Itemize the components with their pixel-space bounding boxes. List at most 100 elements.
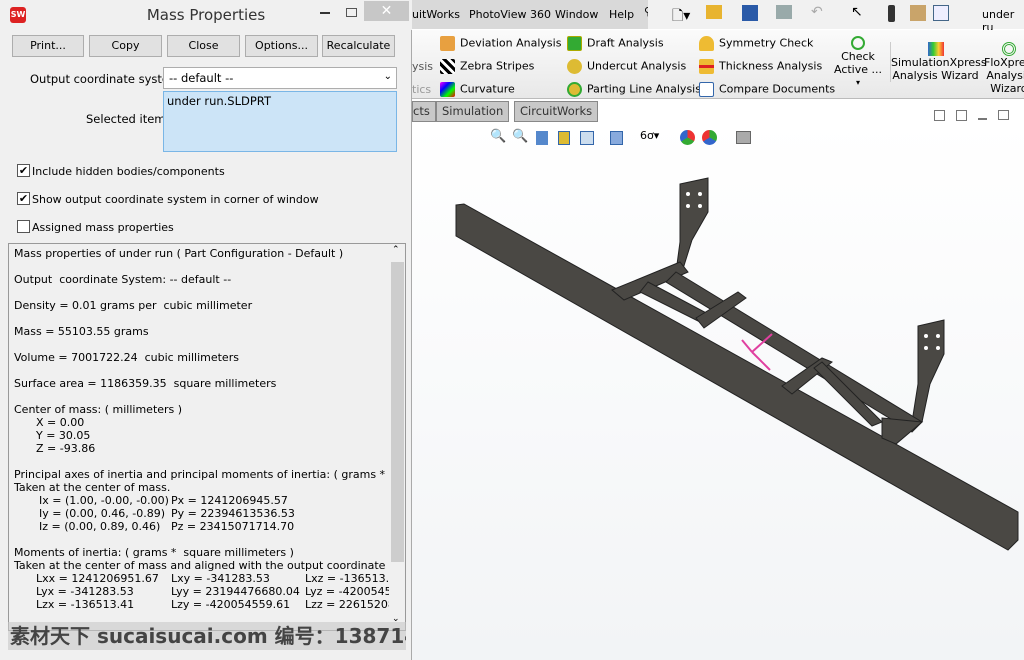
watermark: 素材天下 sucaisucai.com 编号：13871485 xyxy=(8,622,406,650)
report-text-area[interactable]: Mass properties of under run ( Part Conf… xyxy=(8,243,406,631)
ribbon-partial-label[interactable]: tics xyxy=(412,83,431,96)
undo-icon[interactable]: ↶ xyxy=(811,4,823,20)
label: SimulationXpress Analysis Wizard xyxy=(891,56,987,82)
check-active-button[interactable]: Check Active ... ▾ xyxy=(832,36,884,89)
symmetry-check-button[interactable]: Symmetry Check xyxy=(699,36,813,51)
viewport-restore-icon[interactable] xyxy=(998,110,1009,120)
close-button[interactable]: Close xyxy=(167,35,240,57)
report-line: Center of mass: ( millimeters ) xyxy=(14,403,183,416)
graphics-viewport[interactable]: 🔍 🔍 6ơ▾ xyxy=(412,110,1024,660)
parting-line-analysis-icon xyxy=(567,82,582,97)
simulationxpress-button[interactable]: SimulationXpress Analysis Wizard xyxy=(890,42,987,82)
compare-documents-button[interactable]: Compare Documents xyxy=(699,82,835,97)
report-line: Surface area = 1186359.35 square millime… xyxy=(14,377,277,390)
viewport-minimize-icon[interactable] xyxy=(978,118,987,120)
recalculate-button[interactable]: Recalculate xyxy=(322,35,395,57)
report-line: Pz = 23415071714.70 xyxy=(171,520,295,533)
list-item[interactable]: under run.SLDPRT xyxy=(167,94,393,108)
label: Compare Documents xyxy=(719,82,836,96)
selected-items-label: Selected items: xyxy=(86,112,176,126)
output-coordinate-value: -- default -- xyxy=(169,71,234,85)
menu-bar: uitWorks PhotoView 360 Window Help ⚲ xyxy=(412,0,652,29)
thickness-analysis-button[interactable]: Thickness Analysis xyxy=(699,59,822,74)
report-line: Output coordinate System: -- default -- xyxy=(14,273,232,286)
assigned-mass-label: Assigned mass properties xyxy=(32,221,174,234)
curvature-button[interactable]: Curvature xyxy=(440,82,515,97)
menu-window[interactable]: Window xyxy=(555,8,598,21)
open-folder-icon[interactable] xyxy=(706,5,722,19)
deviation-analysis-button[interactable]: Deviation Analysis xyxy=(440,36,561,51)
rebuild-traffic-light-icon[interactable] xyxy=(888,5,895,22)
report-line: Mass properties of under run ( Part Conf… xyxy=(14,247,344,260)
standard-toolbar: 🗋▾ ↶ ↖ under ru xyxy=(648,0,1024,34)
tab-circuitworks[interactable]: CircuitWorks xyxy=(514,101,599,122)
scrollbar-thumb[interactable] xyxy=(391,262,404,562)
label: Draft Analysis xyxy=(587,36,664,50)
report-line: Py = 22394613536.53 xyxy=(171,507,295,520)
label: FloXpress Analysis Wizard xyxy=(984,56,1024,95)
select-cursor-icon[interactable]: ↖ xyxy=(851,4,863,20)
maximize-button[interactable] xyxy=(346,8,357,17)
menu-circuitworks[interactable]: uitWorks xyxy=(412,8,460,21)
title-bar[interactable]: SW Mass Properties ✕ xyxy=(0,0,412,30)
menu-photoview[interactable]: PhotoView 360 xyxy=(469,8,551,21)
symmetry-check-icon xyxy=(699,36,714,51)
undercut-analysis-button[interactable]: Undercut Analysis xyxy=(567,59,686,74)
assigned-mass-checkbox[interactable] xyxy=(17,220,30,233)
draft-analysis-icon xyxy=(567,36,582,51)
thickness-analysis-icon xyxy=(699,59,714,74)
label: Check Active ... xyxy=(833,50,882,76)
label: Symmetry Check xyxy=(719,36,814,50)
report-line: Iy = (0.00, 0.46, -0.89) xyxy=(39,507,165,520)
simulationxpress-icon xyxy=(927,42,944,56)
floxpress-icon xyxy=(1002,42,1016,56)
report-line: Mass = 55103.55 grams xyxy=(14,325,149,338)
check-active-icon xyxy=(851,36,865,50)
show-coordinate-checkbox[interactable]: ✔ xyxy=(17,192,30,205)
menu-help[interactable]: Help xyxy=(609,8,634,21)
print-button[interactable]: Print... xyxy=(12,35,84,57)
report-line: Y = 30.05 xyxy=(36,429,91,442)
label: Zebra Stripes xyxy=(460,59,535,73)
selected-items-list[interactable]: under run.SLDPRT xyxy=(163,91,397,152)
print-icon[interactable] xyxy=(776,5,792,19)
ribbon-partial-label[interactable]: ysis xyxy=(412,60,433,73)
include-hidden-checkbox[interactable]: ✔ xyxy=(17,164,30,177)
report-line: Principal axes of inertia and principal … xyxy=(14,468,405,481)
report-line: Ix = (1.00, -0.00, -0.00) xyxy=(39,494,169,507)
report-line: Moments of inertia: ( grams * square mil… xyxy=(14,546,294,559)
zebra-stripes-button[interactable]: Zebra Stripes xyxy=(440,59,534,74)
save-icon[interactable] xyxy=(742,5,758,21)
report-line: X = 0.00 xyxy=(36,416,85,429)
split-right-icon[interactable] xyxy=(956,110,967,121)
report-line: Lxy = -341283.53 xyxy=(171,572,270,585)
tab-simulation[interactable]: Simulation xyxy=(436,101,510,122)
report-line: Taken at the center of mass and aligned … xyxy=(14,559,406,572)
parting-line-analysis-button[interactable]: Parting Line Analysis xyxy=(567,82,701,97)
model-under-run[interactable] xyxy=(412,122,1024,660)
tab-products[interactable]: cts xyxy=(412,101,436,122)
draft-analysis-button[interactable]: Draft Analysis xyxy=(567,36,664,51)
scroll-up-icon[interactable]: ⌃ xyxy=(392,245,400,255)
left-upright xyxy=(675,177,709,273)
evaluate-ribbon: ysis tics Deviation Analysis Zebra Strip… xyxy=(412,30,1024,99)
floxpress-button[interactable]: FloXpress Analysis Wizard xyxy=(984,42,1024,98)
new-document-icon[interactable]: 🗋▾ xyxy=(672,5,690,29)
label: Deviation Analysis xyxy=(460,36,562,50)
options-icon[interactable] xyxy=(933,5,949,21)
report-line: Px = 1241206945.57 xyxy=(171,494,288,507)
options-button[interactable]: Options... xyxy=(245,35,318,57)
report-line: Volume = 7001722.24 cubic millimeters xyxy=(14,351,239,364)
mass-properties-dialog: SW Mass Properties ✕ Print... Copy Close… xyxy=(0,0,412,660)
file-properties-icon[interactable] xyxy=(910,5,926,21)
split-left-icon[interactable] xyxy=(934,110,945,121)
label: Curvature xyxy=(460,82,515,96)
show-coordinate-label: Show output coordinate system in corner … xyxy=(32,193,319,206)
label: Undercut Analysis xyxy=(587,59,687,73)
copy-button[interactable]: Copy xyxy=(89,35,162,57)
output-coordinate-label: Output coordinate system: xyxy=(30,72,185,86)
close-window-button[interactable]: ✕ xyxy=(364,1,409,21)
minimize-button[interactable] xyxy=(320,12,330,14)
output-coordinate-select[interactable]: -- default -- ⌄ xyxy=(163,67,397,89)
report-line: Lzx = -136513.41 xyxy=(36,598,135,611)
